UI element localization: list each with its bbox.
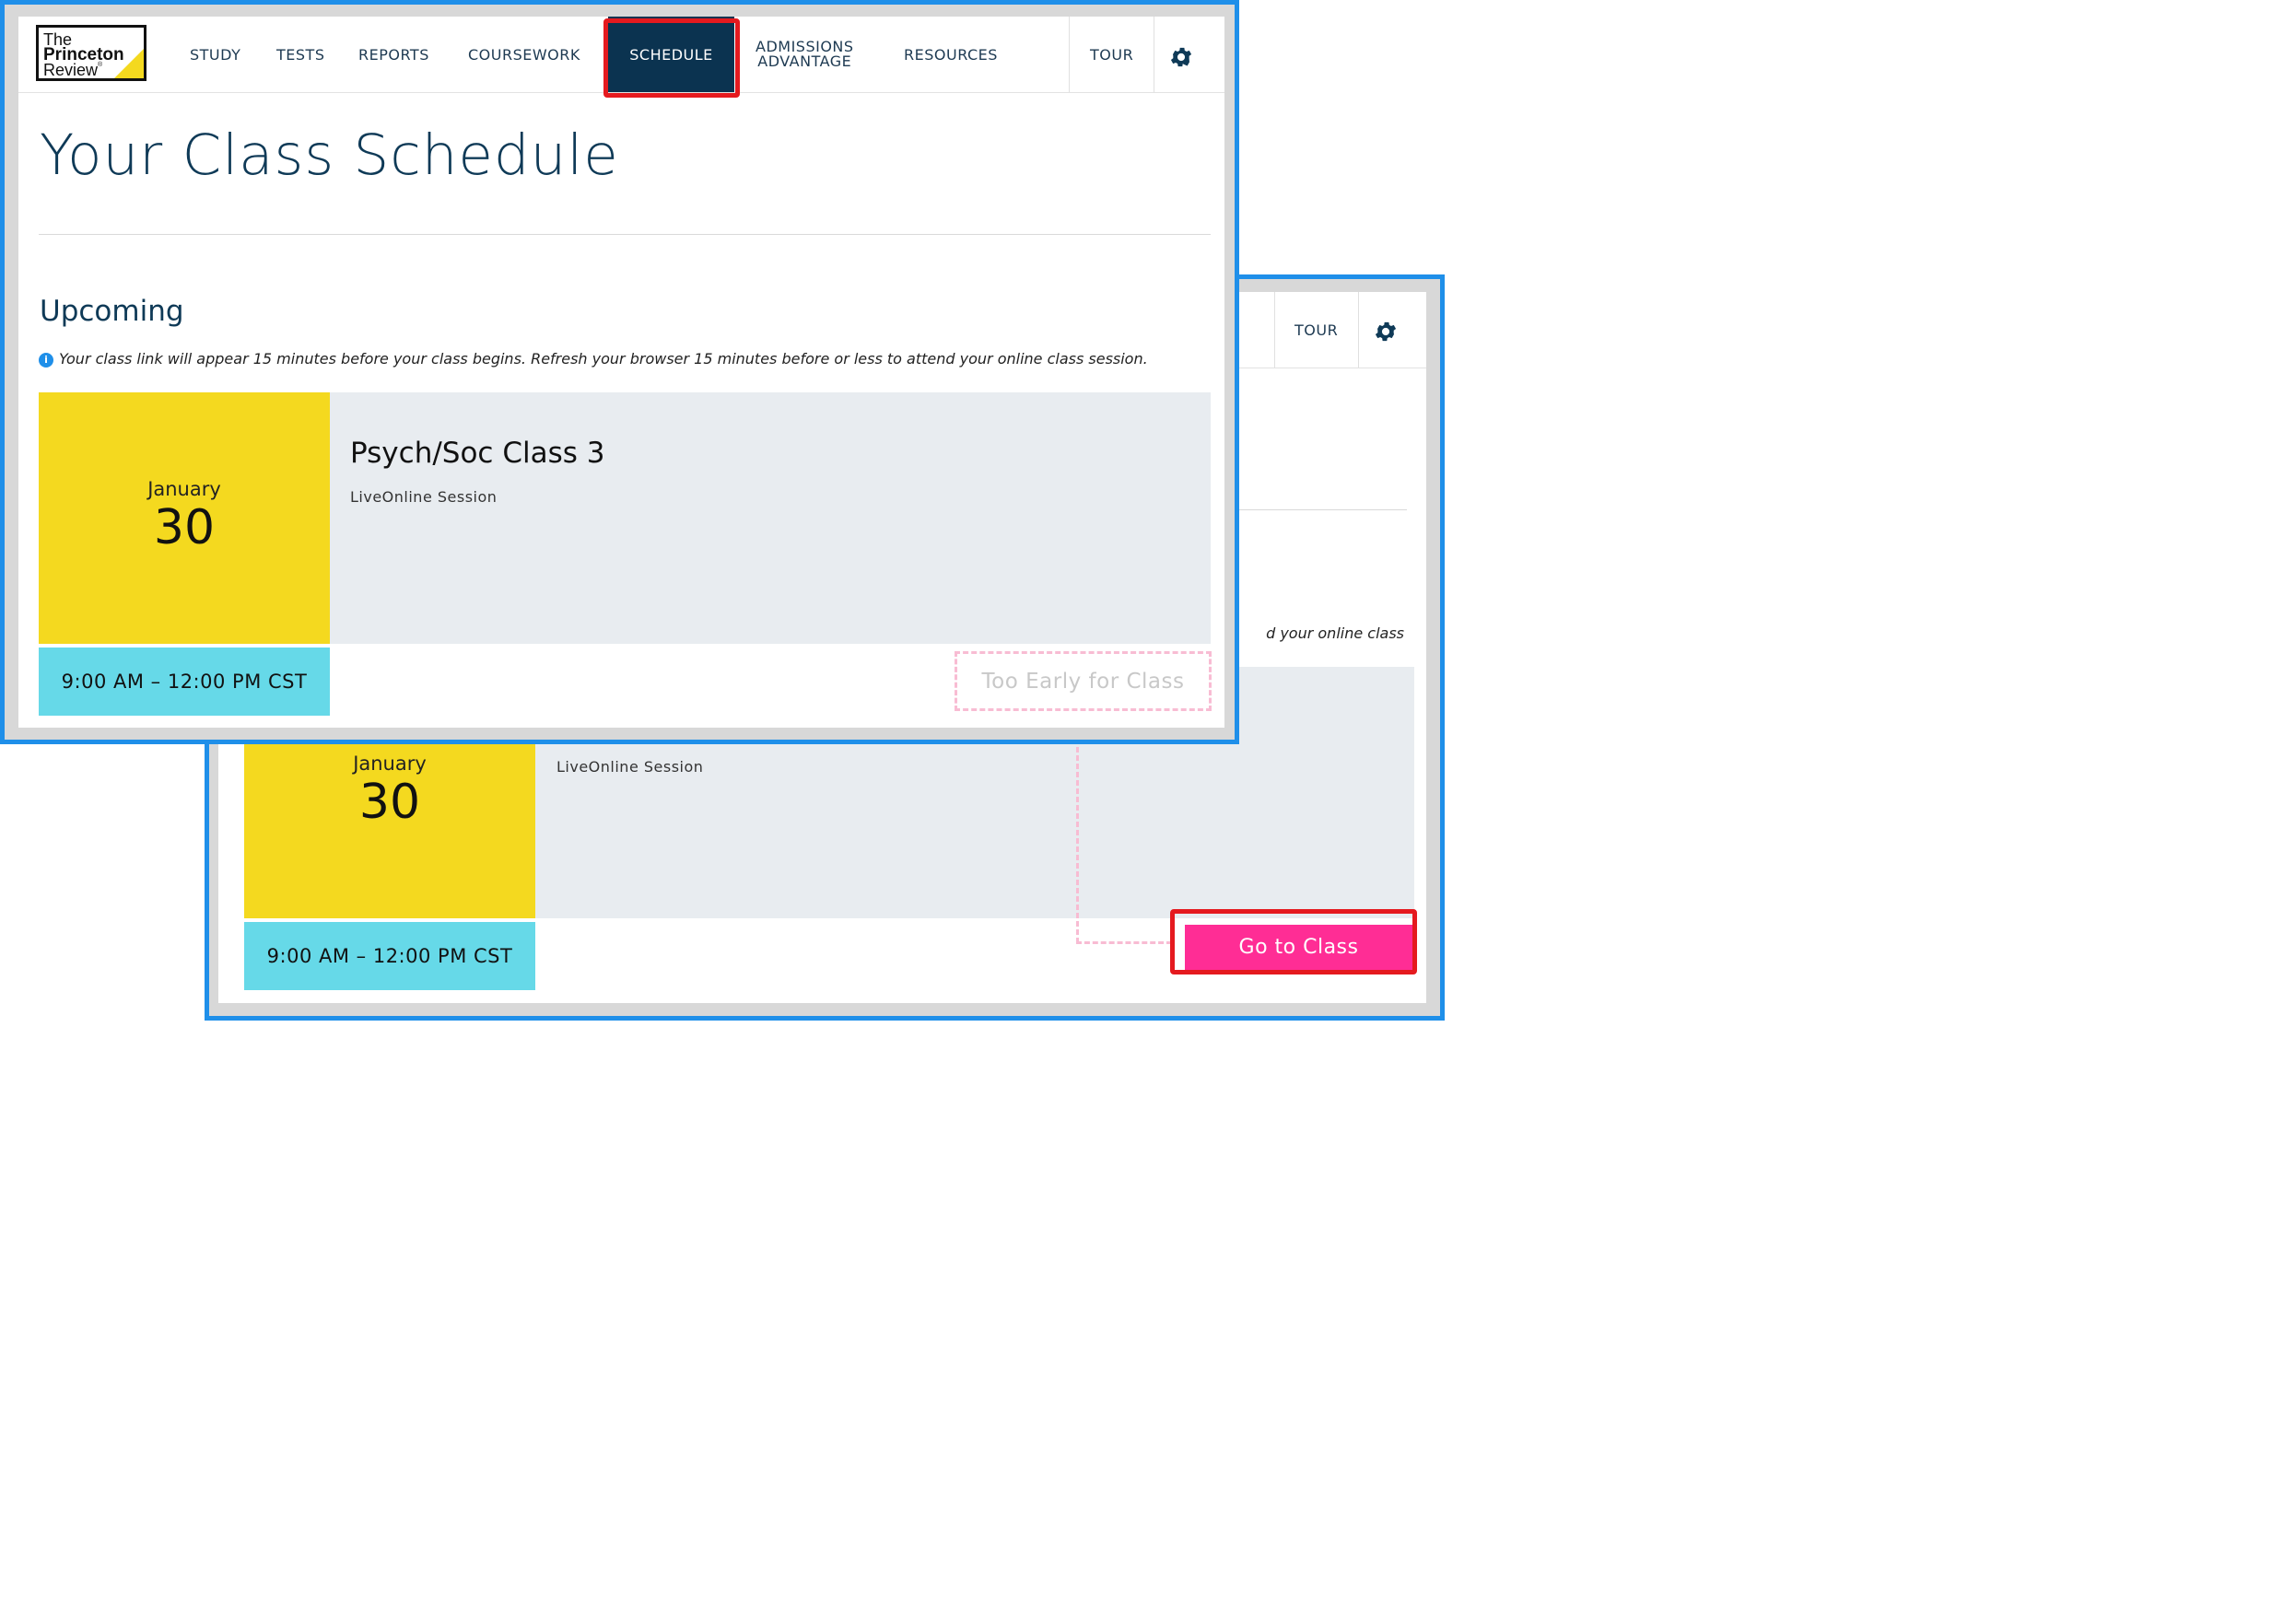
nav-tour[interactable]: TOUR (1294, 292, 1338, 368)
date-day: 30 (358, 775, 421, 830)
front-screenshot-frame: The Princeton Review® STUDY TESTS REPORT… (0, 0, 1239, 744)
nav-reports[interactable]: REPORTS (358, 17, 429, 92)
go-to-class-highlight (1170, 909, 1417, 974)
nav-admissions-line2: ADVANTAGE (757, 53, 852, 70)
page-title: Your Class Schedule (40, 123, 619, 188)
info-icon: i (39, 353, 53, 368)
date-day: 30 (153, 500, 216, 555)
class-time: 9:00 AM – 12:00 PM CST (244, 922, 535, 990)
logo-registered-mark: ® (98, 62, 103, 68)
class-name: Psych/Soc Class 3 (350, 437, 605, 470)
class-type: LiveOnline Session (556, 758, 704, 776)
nav-tour[interactable]: TOUR (1090, 17, 1133, 92)
gear-icon[interactable] (1168, 44, 1194, 70)
date-month: January (147, 478, 221, 500)
nav-admissions-advantage[interactable]: ADMISSIONS ADVANTAGE (756, 17, 854, 92)
class-date-box: January 30 (39, 392, 330, 644)
nav-resources[interactable]: RESOURCES (904, 17, 998, 92)
logo-text-review: Review® (43, 62, 102, 78)
schedule-highlight (603, 18, 740, 98)
princeton-review-logo[interactable]: The Princeton Review® (36, 25, 146, 81)
nav-divider (1358, 292, 1359, 368)
note-text: Your class link will appear 15 minutes b… (59, 350, 1148, 368)
class-time: 9:00 AM – 12:00 PM CST (39, 648, 330, 716)
class-link-note: i Your class link will appear 15 minutes … (39, 348, 1200, 370)
date-month: January (353, 753, 427, 775)
nav-divider (1069, 17, 1070, 92)
class-info-panel: Psych/Soc Class 3 LiveOnline Session (330, 392, 1211, 644)
too-early-for-class-button[interactable]: Too Early for Class (955, 651, 1212, 711)
nav-study[interactable]: STUDY (190, 17, 240, 92)
front-screenshot-panel: The Princeton Review® STUDY TESTS REPORT… (18, 17, 1224, 728)
gear-icon[interactable] (1373, 319, 1399, 344)
nav-divider (1274, 292, 1275, 368)
dashed-connector (1076, 941, 1172, 944)
nav-tests[interactable]: TESTS (276, 17, 324, 92)
nav-coursework[interactable]: COURSEWORK (468, 17, 580, 92)
class-type: LiveOnline Session (350, 488, 498, 506)
logo-text-review-word: Review (43, 61, 99, 79)
title-divider (39, 234, 1211, 235)
note-partial: d your online class (1266, 624, 1404, 642)
section-title-upcoming: Upcoming (40, 295, 184, 328)
